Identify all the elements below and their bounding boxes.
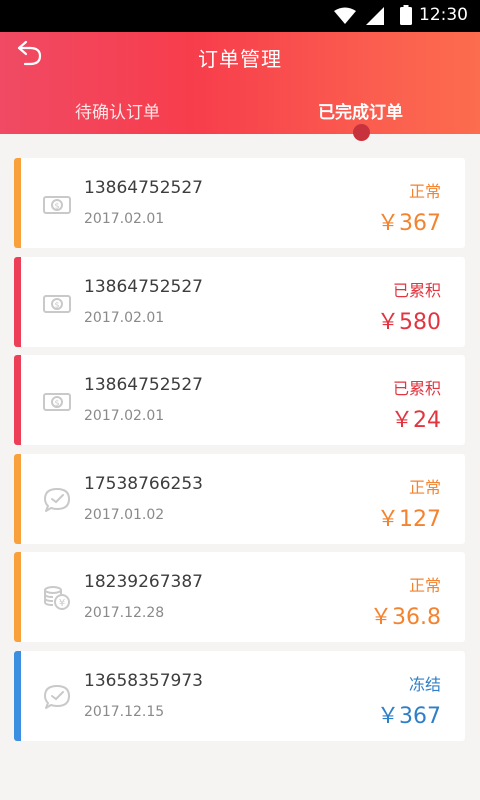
- order-list: $ 13864752527 2017.02.01 正常 ￥367 $ 13864…: [14, 158, 465, 749]
- order-status: 已累积: [392, 280, 441, 300]
- order-status: 正常: [408, 182, 441, 201]
- battery-icon: [400, 5, 412, 25]
- svg-text:¥: ¥: [59, 598, 65, 609]
- app-header: 订单管理 待确认订单 已完成订单: [0, 32, 480, 134]
- svg-text:$: $: [54, 399, 59, 408]
- order-phone: 17538766253: [84, 473, 203, 494]
- order-phone: 18239267387: [84, 572, 203, 592]
- svg-text:$: $: [54, 300, 59, 309]
- order-card[interactable]: ¥ 18239267387 2017.12.28 正常 ￥36.8: [14, 552, 465, 642]
- tab-completed-orders[interactable]: 已完成订单: [318, 98, 403, 123]
- status-bar: 12:30: [0, 0, 480, 32]
- order-date: 2017.01.02: [84, 506, 165, 523]
- signal-icon: [366, 7, 384, 25]
- wifi-icon: [334, 7, 356, 24]
- order-status: 已累积: [392, 379, 441, 398]
- svg-text:$: $: [54, 202, 59, 211]
- banknote-icon: $: [42, 189, 72, 219]
- order-card[interactable]: $ 13864752527 2017.02.01 已累积 ￥580: [14, 256, 465, 347]
- banknote-icon: $: [42, 386, 72, 416]
- order-status: 冻结: [408, 674, 441, 694]
- coins-icon: ¥: [42, 583, 72, 613]
- banknote-icon: $: [42, 288, 72, 318]
- order-phone: 13864752527: [84, 276, 203, 297]
- order-phone: 13658357973: [84, 670, 203, 691]
- order-status: 正常: [408, 477, 441, 497]
- order-phone: 13864752527: [84, 178, 203, 198]
- order-amount: ￥367: [377, 211, 441, 236]
- order-amount: ￥127: [377, 506, 441, 532]
- order-accent-bar: [14, 552, 21, 642]
- order-card[interactable]: 13658357973 2017.12.15 冻结 ￥367: [14, 650, 465, 741]
- active-tab-indicator: [353, 124, 370, 141]
- order-accent-bar: [14, 256, 21, 347]
- tab-pending-orders[interactable]: 待确认订单: [75, 98, 160, 123]
- order-amount: ￥580: [377, 309, 441, 335]
- chat-check-icon: [42, 682, 72, 712]
- order-card[interactable]: $ 13864752527 2017.02.01 正常 ￥367: [14, 158, 465, 248]
- order-amount: ￥367: [377, 703, 441, 729]
- order-card[interactable]: $ 13864752527 2017.02.01 已累积 ￥24: [14, 355, 465, 445]
- order-status: 正常: [408, 576, 441, 595]
- order-date: 2017.12.15: [84, 703, 165, 720]
- order-amount: ￥36.8: [370, 605, 441, 630]
- order-accent-bar: [14, 453, 21, 544]
- order-amount: ￥24: [391, 408, 441, 433]
- order-accent-bar: [14, 355, 21, 445]
- order-card[interactable]: 17538766253 2017.01.02 正常 ￥127: [14, 453, 465, 544]
- order-date: 2017.02.01: [84, 309, 165, 326]
- order-accent-bar: [14, 650, 21, 741]
- order-phone: 13864752527: [84, 375, 203, 395]
- status-time: 12:30: [419, 5, 468, 25]
- order-date: 2017.02.01: [84, 211, 165, 227]
- order-accent-bar: [14, 158, 21, 248]
- chat-check-icon: [42, 485, 72, 515]
- page-title: 订单管理: [198, 47, 282, 71]
- order-date: 2017.12.28: [84, 605, 165, 621]
- order-date: 2017.02.01: [84, 408, 165, 424]
